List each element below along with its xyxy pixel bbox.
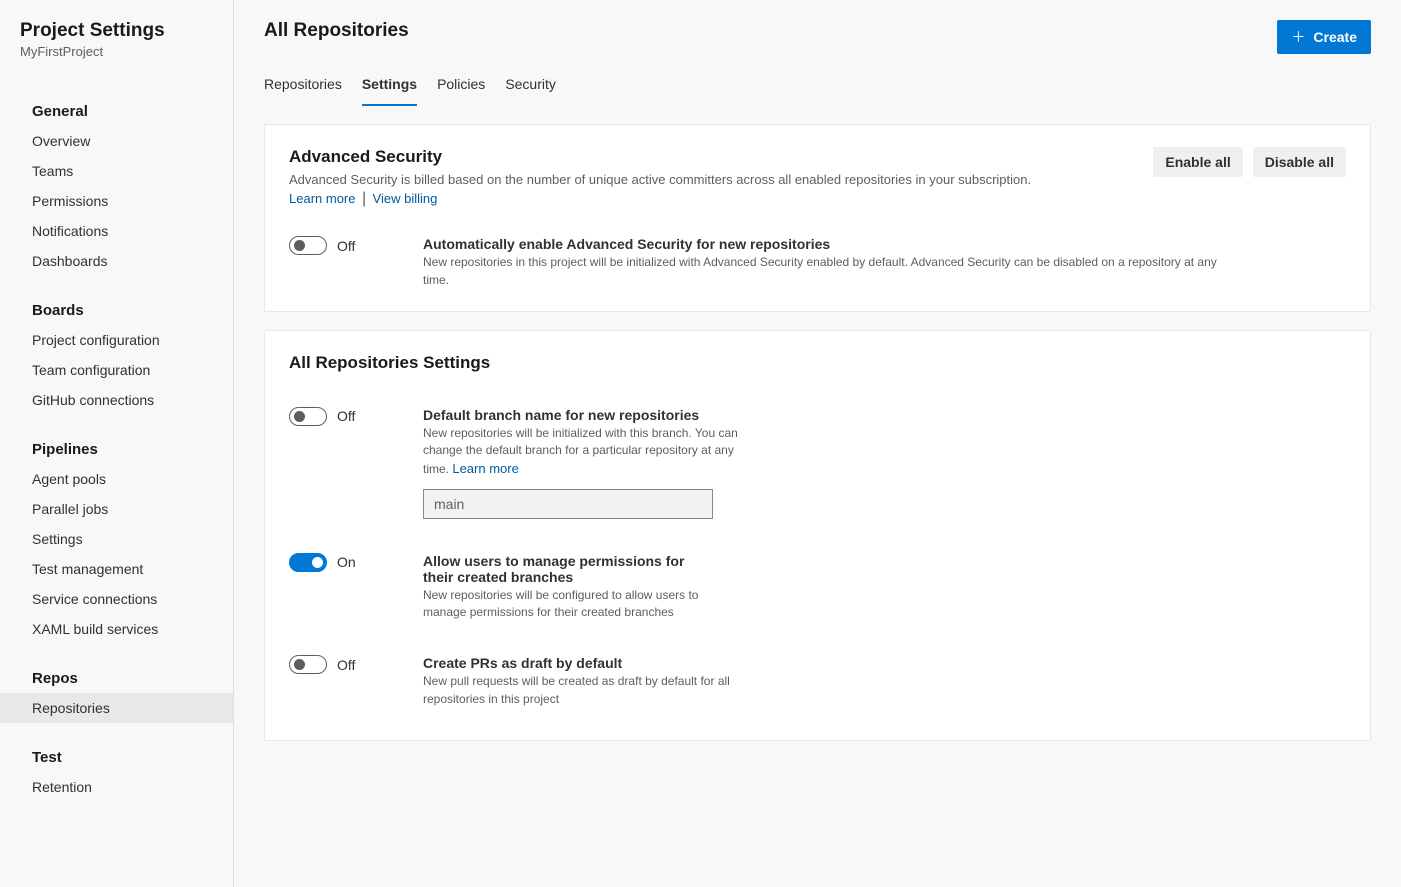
all-repo-settings-card: All Repositories Settings Off Default br… bbox=[264, 330, 1371, 741]
nav-item-notifications[interactable]: Notifications bbox=[0, 216, 233, 246]
nav-item-permissions[interactable]: Permissions bbox=[0, 186, 233, 216]
nav-section-test: Test Retention bbox=[0, 743, 233, 802]
plus-icon: ＋ bbox=[1291, 27, 1305, 47]
setting-title: Create PRs as draft by default bbox=[423, 655, 1346, 671]
disable-all-button[interactable]: Disable all bbox=[1253, 147, 1346, 177]
branch-learn-more-link[interactable]: Learn more bbox=[452, 461, 518, 476]
enable-all-button[interactable]: Enable all bbox=[1153, 147, 1242, 177]
draft-pr-toggle[interactable] bbox=[289, 655, 327, 674]
nav-item-test-management[interactable]: Test management bbox=[0, 554, 233, 584]
default-branch-toggle[interactable] bbox=[289, 407, 327, 426]
nav-item-github-connections[interactable]: GitHub connections bbox=[0, 385, 233, 415]
tabs: Repositories Settings Policies Security bbox=[264, 68, 1371, 106]
tab-security[interactable]: Security bbox=[505, 68, 556, 106]
nav-item-repositories[interactable]: Repositories bbox=[0, 693, 233, 723]
learn-more-link[interactable]: Learn more bbox=[289, 191, 355, 206]
toggle-wrap: Off bbox=[289, 407, 359, 426]
nav-section-title: Repos bbox=[0, 664, 233, 693]
nav-item-pipeline-settings[interactable]: Settings bbox=[0, 524, 233, 554]
setting-title: Default branch name for new repositories bbox=[423, 407, 1346, 423]
nav-section-boards: Boards Project configuration Team config… bbox=[0, 296, 233, 415]
auto-enable-toggle[interactable] bbox=[289, 236, 327, 255]
setting-desc: New repositories will be initialized wit… bbox=[423, 425, 743, 479]
page-title: All Repositories bbox=[264, 20, 409, 42]
create-button-label: Create bbox=[1313, 29, 1357, 45]
tab-policies[interactable]: Policies bbox=[437, 68, 485, 106]
nav-section-title: Test bbox=[0, 743, 233, 772]
tab-repositories[interactable]: Repositories bbox=[264, 68, 342, 106]
nav-item-parallel-jobs[interactable]: Parallel jobs bbox=[0, 494, 233, 524]
nav-item-teams[interactable]: Teams bbox=[0, 156, 233, 186]
nav-item-service-connections[interactable]: Service connections bbox=[0, 584, 233, 614]
nav-section-title: General bbox=[0, 97, 233, 126]
nav-section-repos: Repos Repositories bbox=[0, 664, 233, 723]
setting-title: Automatically enable Advanced Security f… bbox=[423, 236, 1346, 252]
toggle-wrap: Off bbox=[289, 655, 359, 674]
toggle-state-label: On bbox=[337, 554, 356, 570]
manage-perms-row: On Allow users to manage permissions for… bbox=[289, 553, 1346, 622]
nav-item-xaml-build[interactable]: XAML build services bbox=[0, 614, 233, 644]
create-button[interactable]: ＋ Create bbox=[1277, 20, 1371, 54]
nav-section-title: Boards bbox=[0, 296, 233, 325]
toggle-wrap: Off bbox=[289, 236, 359, 255]
sidebar-header: Project Settings MyFirstProject bbox=[0, 20, 233, 77]
setting-desc: New repositories will be configured to a… bbox=[423, 587, 743, 622]
nav-item-project-configuration[interactable]: Project configuration bbox=[0, 325, 233, 355]
view-billing-link[interactable]: View billing bbox=[373, 191, 438, 206]
nav-item-agent-pools[interactable]: Agent pools bbox=[0, 464, 233, 494]
separator: | bbox=[362, 190, 366, 207]
tab-settings[interactable]: Settings bbox=[362, 68, 417, 106]
repo-settings-title: All Repositories Settings bbox=[289, 353, 1346, 373]
sidebar: Project Settings MyFirstProject General … bbox=[0, 0, 234, 887]
manage-perms-toggle[interactable] bbox=[289, 553, 327, 572]
setting-desc: New pull requests will be created as dra… bbox=[423, 673, 743, 708]
setting-title: Allow users to manage permissions for th… bbox=[423, 553, 713, 585]
toggle-state-label: Off bbox=[337, 657, 355, 673]
advanced-security-title: Advanced Security bbox=[289, 147, 1031, 167]
sidebar-title: Project Settings bbox=[20, 20, 213, 42]
setting-desc: New repositories in this project will be… bbox=[423, 254, 1243, 289]
nav-item-dashboards[interactable]: Dashboards bbox=[0, 246, 233, 276]
sidebar-project-name: MyFirstProject bbox=[20, 44, 213, 59]
advanced-security-desc: Advanced Security is billed based on the… bbox=[289, 171, 1031, 189]
default-branch-row: Off Default branch name for new reposito… bbox=[289, 407, 1346, 519]
nav-section-general: General Overview Teams Permissions Notif… bbox=[0, 97, 233, 276]
nav-item-overview[interactable]: Overview bbox=[0, 126, 233, 156]
main-content: All Repositories ＋ Create Repositories S… bbox=[234, 0, 1401, 887]
nav-item-team-configuration[interactable]: Team configuration bbox=[0, 355, 233, 385]
draft-pr-row: Off Create PRs as draft by default New p… bbox=[289, 655, 1346, 708]
nav-item-retention[interactable]: Retention bbox=[0, 772, 233, 802]
advanced-security-card: Advanced Security Advanced Security is b… bbox=[264, 124, 1371, 312]
nav-section-pipelines: Pipelines Agent pools Parallel jobs Sett… bbox=[0, 435, 233, 644]
default-branch-input[interactable] bbox=[423, 489, 713, 519]
card-header: Advanced Security Advanced Security is b… bbox=[289, 147, 1346, 208]
page-header: All Repositories ＋ Create bbox=[264, 20, 1371, 54]
toggle-state-label: Off bbox=[337, 238, 355, 254]
nav-section-title: Pipelines bbox=[0, 435, 233, 464]
toggle-wrap: On bbox=[289, 553, 359, 572]
toggle-state-label: Off bbox=[337, 408, 355, 424]
auto-enable-advsec-row: Off Automatically enable Advanced Securi… bbox=[289, 236, 1346, 289]
enable-disable-buttons: Enable all Disable all bbox=[1153, 147, 1346, 177]
